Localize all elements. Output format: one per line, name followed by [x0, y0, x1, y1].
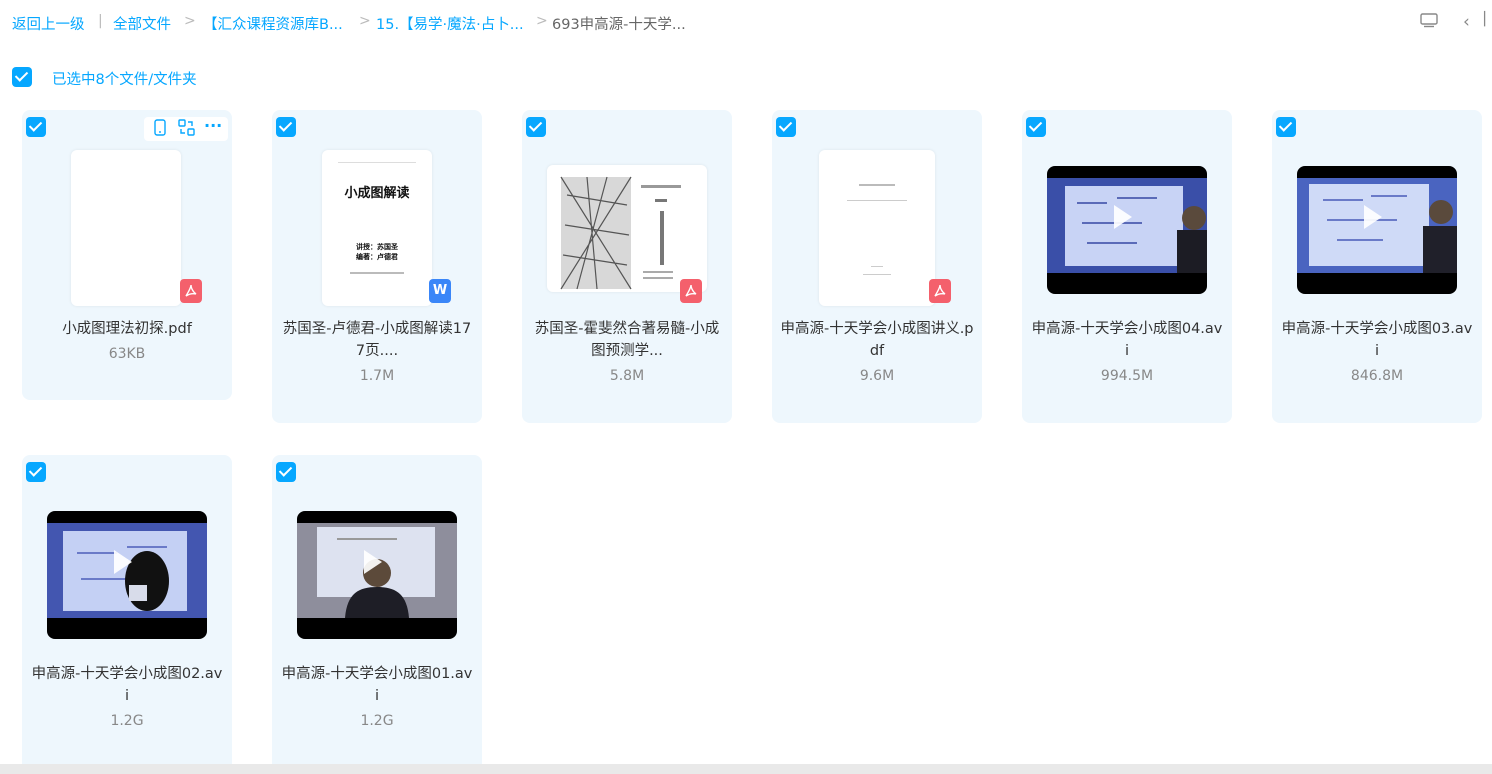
file-name: 申高源-十天学会小成图02.avi: [31, 666, 223, 704]
file-checkbox[interactable]: [1276, 117, 1296, 137]
view-mode-icon[interactable]: [1420, 12, 1438, 32]
file-thumbnail: 小成图解读 讲授：苏国圣 编著：卢德君: [322, 150, 432, 306]
file-thumbnail: [819, 150, 935, 306]
select-all-checkbox[interactable]: [12, 67, 32, 87]
pdf-icon: [929, 279, 951, 303]
video-thumbnail: [1047, 166, 1207, 294]
play-icon: [1364, 205, 1382, 229]
chevron-left-icon[interactable]: ‹: [1463, 12, 1470, 32]
file-card[interactable]: 苏国圣-霍斐然合著易髓-小成图预测学... 5.8M: [522, 110, 732, 423]
file-checkbox[interactable]: [276, 462, 296, 482]
file-checkbox[interactable]: [276, 117, 296, 137]
file-name: 小成图理法初探.pdf: [62, 321, 192, 337]
file-size: 63KB: [108, 346, 146, 362]
pdf-icon: [180, 279, 202, 303]
file-checkbox[interactable]: [26, 117, 46, 137]
breadcrumb-item-2[interactable]: 【汇众课程资源库B...: [203, 13, 343, 34]
play-icon: [364, 550, 382, 574]
back-link[interactable]: 返回上一级: [12, 13, 85, 34]
file-checkbox[interactable]: [26, 462, 46, 482]
cover-text-line: [859, 184, 895, 186]
chevron-right-icon: >: [536, 13, 548, 29]
card-toolbar: ···: [144, 116, 228, 141]
file-name: 申高源-十天学会小成图讲义.pdf: [780, 321, 974, 359]
file-name: 申高源-十天学会小成图01.avi: [281, 666, 473, 704]
horizontal-scrollbar[interactable]: [0, 764, 1492, 774]
file-card[interactable]: 申高源-十天学会小成图03.avi 846.8M: [1272, 110, 1482, 423]
divider: |: [98, 13, 103, 29]
file-size: 1.2G: [110, 713, 144, 729]
file-size: 9.6M: [859, 368, 895, 384]
video-thumbnail: [297, 511, 457, 639]
breadcrumb: 返回上一级 | 全部文件 > 【汇众课程资源库B... > 15.【易学·魔法·…: [0, 0, 1492, 46]
file-card[interactable]: 小成图解读 讲授：苏国圣 编著：卢德君 W 苏国圣-卢德君-小成图解读177页.…: [272, 110, 482, 423]
cover-title: 小成图解读: [344, 186, 410, 201]
file-checkbox[interactable]: [776, 117, 796, 137]
chevron-right-icon: >: [184, 13, 196, 29]
file-card[interactable]: 申高源-十天学会小成图01.avi 1.2G: [272, 455, 482, 774]
file-size: 846.8M: [1350, 368, 1404, 384]
cover-text-line: [871, 266, 883, 267]
cover-text-line: [847, 200, 907, 201]
file-card[interactable]: 申高源-十天学会小成图02.avi 1.2G: [22, 455, 232, 774]
panel-edge-icon: ▏: [1484, 12, 1492, 27]
breadcrumb-all-files[interactable]: 全部文件: [113, 13, 171, 34]
file-size: 5.8M: [609, 368, 645, 384]
video-thumbnail: [1297, 166, 1457, 294]
file-thumbnail: [71, 150, 181, 306]
file-size: 994.5M: [1100, 368, 1154, 384]
breadcrumb-current: 693申高源-十天学...: [552, 17, 686, 33]
word-doc-icon: W: [429, 279, 451, 303]
file-size: 1.7M: [359, 368, 395, 384]
pdf-icon: [680, 279, 702, 303]
breadcrumb-item-3[interactable]: 15.【易学·魔法·占卜...: [376, 13, 524, 34]
file-card[interactable]: ··· 小成图理法初探.pdf 63KB: [22, 110, 232, 400]
selection-count: 已选中8个文件/文件夹: [52, 72, 197, 88]
file-card[interactable]: 申高源-十天学会小成图04.avi 994.5M: [1022, 110, 1232, 423]
cover-text-line: [350, 272, 404, 274]
file-size: 1.2G: [360, 713, 394, 729]
cover-subtitle: 讲授：苏国圣: [356, 243, 398, 251]
file-checkbox[interactable]: [526, 117, 546, 137]
file-name: 申高源-十天学会小成图04.avi: [1031, 321, 1223, 359]
file-card[interactable]: 申高源-十天学会小成图讲义.pdf 9.6M: [772, 110, 982, 423]
scan-illustration: [560, 176, 681, 290]
share-icon[interactable]: [178, 119, 195, 140]
play-icon: [1114, 205, 1132, 229]
phone-icon[interactable]: [154, 119, 166, 140]
play-icon: [114, 550, 132, 574]
file-checkbox[interactable]: [1026, 117, 1046, 137]
cover-text-line: [863, 274, 891, 275]
file-name: 苏国圣-卢德君-小成图解读177页....: [282, 321, 472, 359]
video-thumbnail: [47, 511, 207, 639]
divider: [338, 162, 416, 163]
file-name: 苏国圣-霍斐然合著易髓-小成图预测学...: [534, 321, 720, 359]
chevron-right-icon: >: [359, 13, 371, 29]
more-icon[interactable]: ···: [204, 116, 222, 135]
file-thumbnail: [547, 165, 707, 292]
cover-subtitle: 编著：卢德君: [356, 253, 398, 261]
file-name: 申高源-十天学会小成图03.avi: [1281, 321, 1473, 359]
